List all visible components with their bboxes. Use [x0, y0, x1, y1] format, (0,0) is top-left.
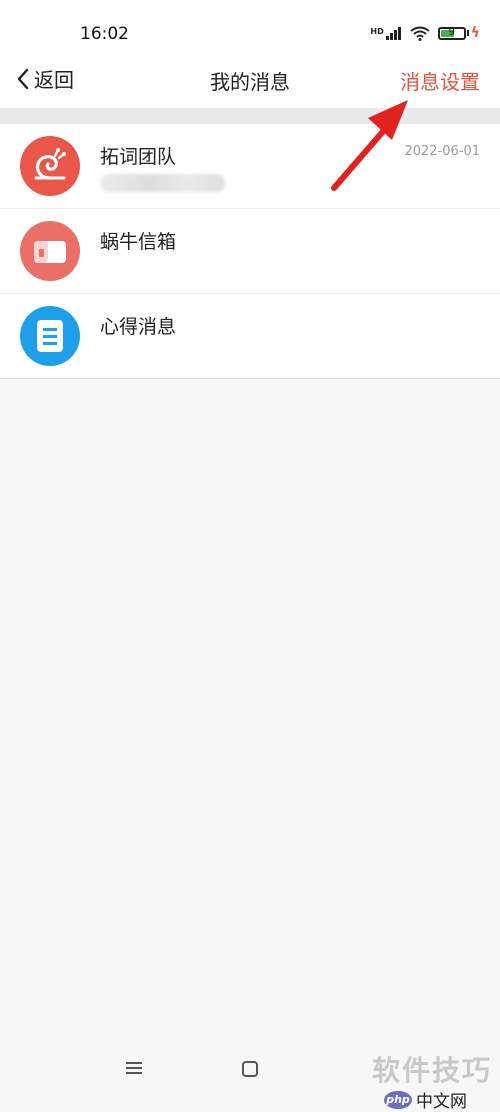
watermark-brand: php 中文网	[384, 1087, 467, 1112]
menu-icon[interactable]	[124, 1059, 146, 1077]
php-logo-icon: php	[384, 1090, 412, 1109]
signal-icon: HD	[370, 26, 401, 40]
network-type-label: HD	[370, 26, 384, 36]
battery-icon: 9 ϟ	[437, 25, 480, 41]
status-time: 16:02	[80, 24, 129, 44]
system-nav-bar: 软件技巧 php 中文网	[0, 1041, 500, 1112]
battery-level: 9	[448, 26, 455, 38]
wifi-icon	[410, 26, 430, 41]
list-item-date: 2022-06-01	[404, 144, 480, 159]
mailbox-icon	[20, 221, 80, 281]
list-item-team[interactable]: 拓词团队 2022-06-01	[0, 124, 500, 209]
message-list: 拓词团队 2022-06-01 蜗牛信箱 心得消息	[0, 124, 500, 379]
list-item-title: 蜗牛信箱	[100, 231, 177, 253]
snail-icon	[20, 136, 80, 196]
top-navbar: 返回 我的消息 消息设置	[0, 52, 500, 108]
list-item-title: 拓词团队	[100, 146, 177, 168]
status-icons: HD 9 ϟ	[370, 25, 480, 41]
list-item-preview-blurred	[100, 174, 225, 192]
list-item-mailbox[interactable]: 蜗牛信箱	[0, 209, 500, 294]
charging-icon: ϟ	[470, 25, 480, 41]
status-bar: 16:02 HD 9 ϟ	[0, 0, 500, 52]
list-item-title: 心得消息	[100, 316, 177, 338]
watermark-brand-text: 中文网	[416, 1092, 467, 1112]
home-icon[interactable]	[240, 1059, 260, 1079]
document-icon	[20, 306, 80, 366]
section-divider	[0, 108, 500, 124]
message-settings-button[interactable]: 消息设置	[400, 66, 480, 95]
list-item-notes[interactable]: 心得消息	[0, 294, 500, 379]
watermark-text: 软件技巧	[371, 1054, 492, 1087]
